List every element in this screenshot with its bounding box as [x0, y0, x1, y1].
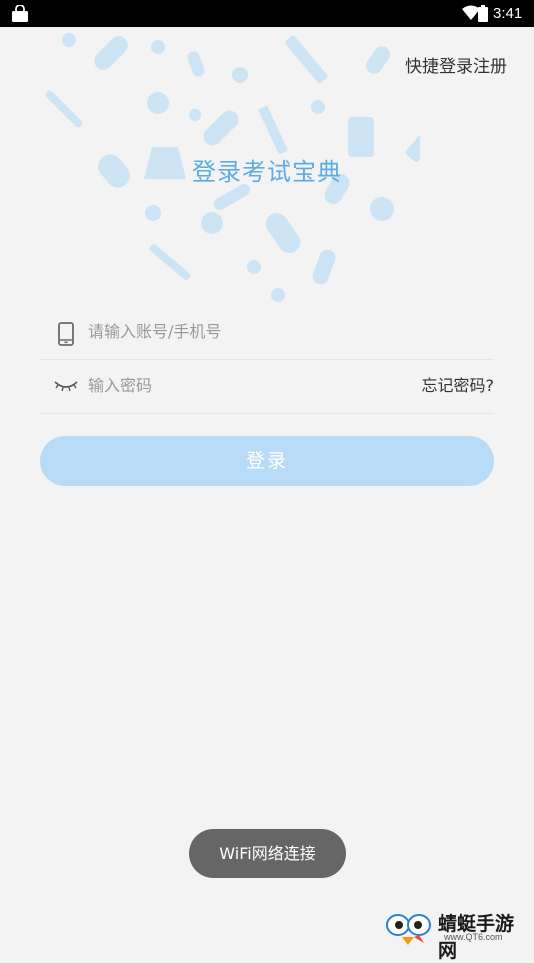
app-title: 登录考试宝典 [192, 158, 342, 186]
battery-icon [478, 5, 488, 26]
closed-eye-icon[interactable] [54, 379, 78, 398]
forgot-password-link[interactable]: 忘记密码? [422, 359, 495, 413]
watermark-url: www.QT6.com [444, 932, 503, 942]
phone-icon [56, 322, 76, 350]
account-field[interactable]: 请输入账号/手机号 [40, 305, 494, 360]
toast-message: WiFi网络连接 [189, 829, 346, 878]
watermark: 蜻蜓手游网 www.QT6.com [386, 907, 532, 962]
clock-time: 3:41 [493, 5, 523, 22]
dragonfly-logo-icon [386, 914, 431, 945]
status-bar: 3:41 [0, 0, 534, 27]
login-button[interactable]: 登录 [40, 436, 494, 486]
shopping-bag-icon [11, 4, 29, 26]
quick-login-register-link[interactable]: 快捷登录注册 [405, 52, 507, 77]
password-field[interactable]: 输入密码 忘记密码? [40, 359, 494, 414]
account-input[interactable]: 请输入账号/手机号 [88, 305, 221, 359]
password-input[interactable]: 输入密码 [88, 359, 152, 413]
